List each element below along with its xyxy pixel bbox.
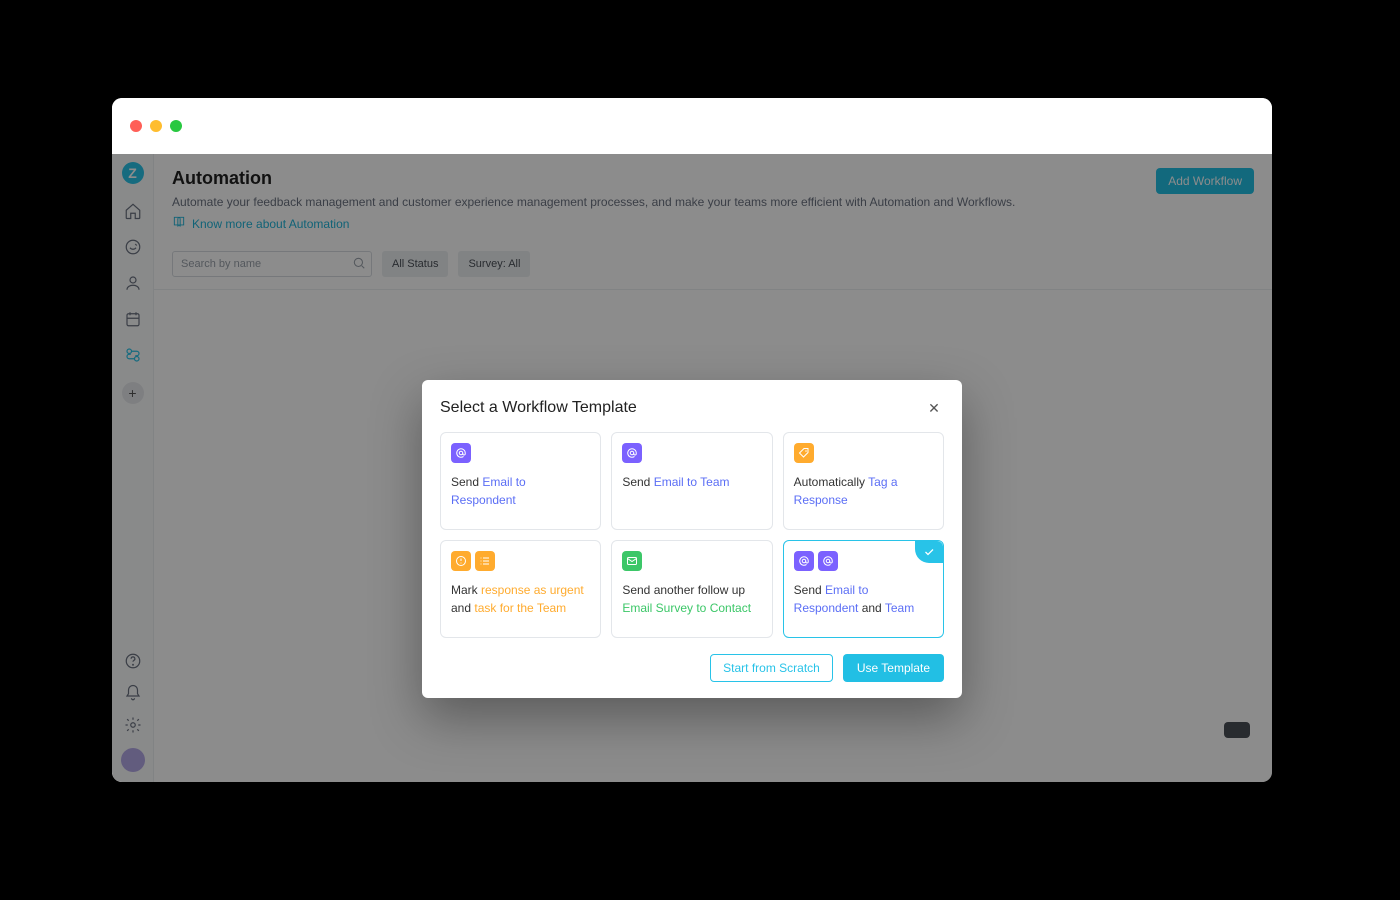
template-card[interactable]: Automatically Tag a Response [783,432,944,530]
card-icon [451,443,471,463]
card-icon [475,551,495,571]
use-template-button[interactable]: Use Template [843,654,944,682]
card-description: Send Email to Respondent [451,473,590,509]
template-card[interactable]: Mark response as urgent and task for the… [440,540,601,638]
card-description: Send another follow up Email Survey to C… [622,581,761,617]
card-description: Send Email to Respondent and Team [794,581,933,617]
modal-title: Select a Workflow Template [440,399,637,417]
modal-close-button[interactable]: ✕ [924,398,944,418]
template-grid: Send Email to Respondent Send Email to Te… [440,432,944,638]
card-description: Send Email to Team [622,473,761,491]
card-icons [451,551,590,571]
card-icon [794,551,814,571]
traffic-light-minimize[interactable] [150,120,162,132]
card-icon [451,551,471,571]
mac-titlebar [112,98,1272,154]
card-icons [794,551,933,571]
card-icon [622,443,642,463]
template-card[interactable]: Send Email to Respondent and Team [783,540,944,638]
traffic-light-close[interactable] [130,120,142,132]
card-icons [451,443,590,463]
start-from-scratch-button[interactable]: Start from Scratch [710,654,833,682]
card-icons [622,551,761,571]
template-modal: Select a Workflow Template ✕ Send Email … [422,380,962,698]
traffic-light-zoom[interactable] [170,120,182,132]
template-card[interactable]: Send another follow up Email Survey to C… [611,540,772,638]
template-card[interactable]: Send Email to Team [611,432,772,530]
selected-check-icon [915,541,943,563]
app-window: Z + Automation Automate your feedback ma… [112,98,1272,782]
card-description: Automatically Tag a Response [794,473,933,509]
card-icon [622,551,642,571]
card-icon [818,551,838,571]
card-icons [622,443,761,463]
card-icons [794,443,933,463]
template-card[interactable]: Send Email to Respondent [440,432,601,530]
card-description: Mark response as urgent and task for the… [451,581,590,617]
card-icon [794,443,814,463]
